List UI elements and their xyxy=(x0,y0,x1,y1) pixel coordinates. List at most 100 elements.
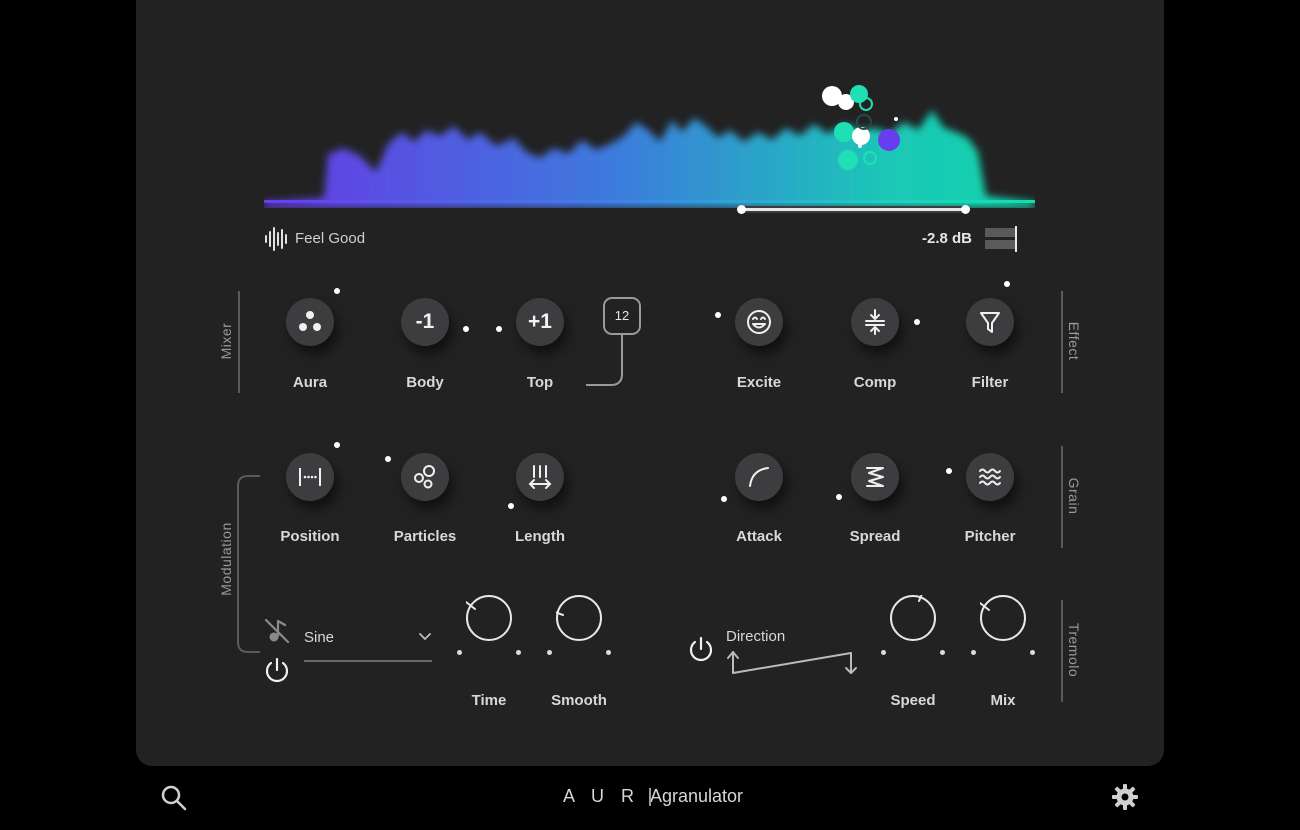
speed-knob[interactable] xyxy=(890,595,936,641)
mix-max-dot xyxy=(1030,650,1035,655)
particles-knob[interactable] xyxy=(401,453,449,501)
range-start-handle[interactable] xyxy=(737,205,746,214)
smooth-knob[interactable] xyxy=(556,595,602,641)
excite-label: Excite xyxy=(736,374,782,391)
tremolo-power-icon[interactable] xyxy=(686,634,716,664)
attack-knob[interactable] xyxy=(735,453,783,501)
speed-max-dot xyxy=(940,650,945,655)
brand-logo: A U R A xyxy=(563,786,669,806)
tremolo-section-line xyxy=(1061,600,1063,702)
aura-label: Aura xyxy=(292,374,328,391)
body-value: -1 xyxy=(415,310,435,333)
mix-knob-pointer xyxy=(980,602,990,611)
position-indicator-dot xyxy=(334,442,340,448)
comp-indicator-dot xyxy=(914,319,920,325)
spread-icon xyxy=(866,467,884,487)
three-dots-icon xyxy=(299,311,321,331)
time-max-dot xyxy=(516,650,521,655)
length-label: Length xyxy=(515,528,565,545)
filter-label: Filter xyxy=(971,374,1009,391)
select-underline xyxy=(304,660,432,662)
mix-label: Mix xyxy=(990,692,1016,709)
body-knob[interactable]: -1 xyxy=(401,298,449,346)
body-indicator-dot xyxy=(463,326,469,332)
brand-subtitle: granulator xyxy=(662,786,744,806)
length-indicator-dot xyxy=(508,503,514,509)
filter-indicator-dot xyxy=(1004,281,1010,287)
length-arrows-icon xyxy=(528,465,552,489)
compress-icon xyxy=(865,309,885,335)
smooth-knob-pointer xyxy=(556,611,564,616)
smooth-min-dot xyxy=(547,650,552,655)
filter-funnel-icon xyxy=(980,312,1000,333)
speed-min-dot xyxy=(881,650,886,655)
gear-icon[interactable] xyxy=(1111,783,1139,811)
smooth-max-dot xyxy=(606,650,611,655)
position-bracket-icon xyxy=(299,468,321,486)
top-indicator-dot xyxy=(496,326,502,332)
lfo-shape-value: Sine xyxy=(304,629,335,646)
attack-label: Attack xyxy=(736,528,782,545)
effect-section-label: Effect xyxy=(1066,321,1082,361)
effect-section-line xyxy=(1061,291,1063,393)
direction-label: Direction xyxy=(726,628,786,645)
modulation-power-icon[interactable] xyxy=(262,655,292,685)
smile-face-icon xyxy=(747,310,771,334)
time-knob-pointer xyxy=(466,601,476,610)
gain-readout: -2.8 dB xyxy=(921,230,972,247)
pitcher-indicator-dot xyxy=(946,468,952,474)
pitcher-label: Pitcher xyxy=(964,528,1016,545)
attack-curve-icon xyxy=(749,467,769,487)
sample-range-fill xyxy=(740,208,966,211)
aura-indicator-dot xyxy=(334,288,340,294)
comp-label: Comp xyxy=(853,374,897,391)
modulation-bracket xyxy=(237,475,260,653)
particles-label: Particles xyxy=(393,528,457,545)
search-icon[interactable] xyxy=(160,784,188,812)
top-label: Top xyxy=(526,374,554,391)
top-knob[interactable]: +1 xyxy=(516,298,564,346)
waveform-display[interactable] xyxy=(264,70,1035,208)
spread-label: Spread xyxy=(849,528,901,545)
sample-range-slider[interactable] xyxy=(737,205,970,214)
particles-indicator-dot xyxy=(385,456,391,462)
speed-knob-pointer xyxy=(918,595,923,602)
brand-divider xyxy=(649,788,651,806)
mixer-section-line xyxy=(238,291,240,393)
waveform-icon xyxy=(265,227,287,251)
filter-knob[interactable] xyxy=(966,298,1014,346)
particles-icon xyxy=(414,465,435,489)
time-knob[interactable] xyxy=(466,595,512,641)
grain-section-line xyxy=(1061,446,1063,548)
mix-min-dot xyxy=(971,650,976,655)
excite-indicator-dot xyxy=(715,312,721,318)
length-knob[interactable] xyxy=(516,453,564,501)
time-min-dot xyxy=(457,650,462,655)
position-label: Position xyxy=(280,528,340,545)
range-end-handle[interactable] xyxy=(961,205,970,214)
gain-meter-icon[interactable] xyxy=(984,226,1020,252)
semitone-badge[interactable]: 12 xyxy=(603,297,641,335)
attack-indicator-dot xyxy=(721,496,727,502)
direction-ramp-control[interactable] xyxy=(724,648,862,678)
pitcher-knob[interactable] xyxy=(966,453,1014,501)
spread-knob[interactable] xyxy=(851,453,899,501)
smooth-label: Smooth xyxy=(551,692,607,709)
tremolo-section-label: Tremolo xyxy=(1066,622,1082,678)
top-value: +1 xyxy=(528,310,552,333)
mixer-section-label: Mixer xyxy=(218,322,234,360)
grain-section-label: Grain xyxy=(1066,477,1082,515)
semitone-connector xyxy=(586,334,623,386)
chevron-down-icon xyxy=(419,633,431,641)
waves-icon xyxy=(979,468,1001,486)
lfo-shape-select[interactable]: Sine xyxy=(304,624,432,662)
excite-knob[interactable] xyxy=(735,298,783,346)
comp-knob[interactable] xyxy=(851,298,899,346)
aura-knob[interactable] xyxy=(286,298,334,346)
spread-indicator-dot xyxy=(836,494,842,500)
sample-name[interactable]: Feel Good xyxy=(295,230,365,247)
mix-knob[interactable] xyxy=(980,595,1026,641)
modulation-section-label: Modulation xyxy=(218,522,234,596)
sync-note-off-icon[interactable] xyxy=(263,617,291,645)
position-knob[interactable] xyxy=(286,453,334,501)
